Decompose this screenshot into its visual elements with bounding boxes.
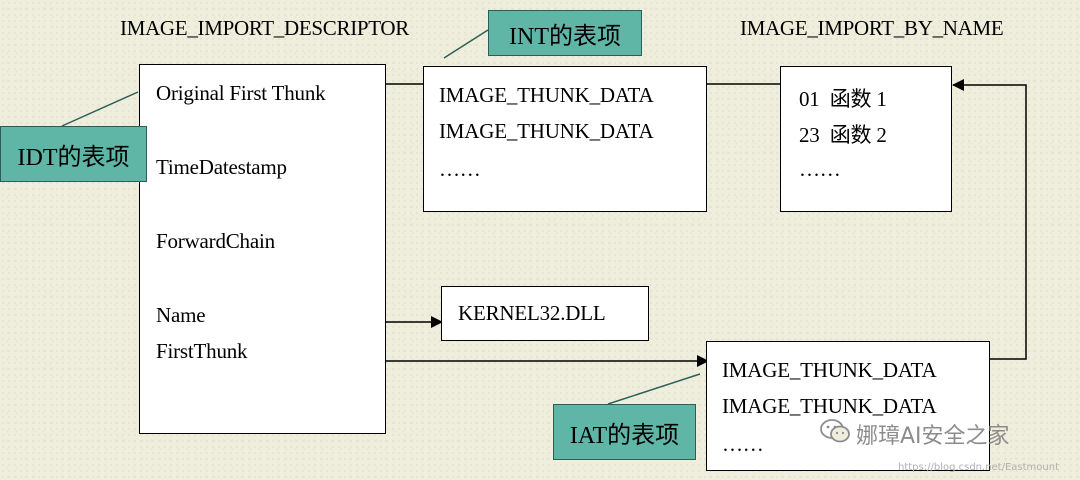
watermark-url: https://blog.csdn.net/Eastmount <box>898 462 1060 473</box>
int-box: IMAGE_THUNK_DATA IMAGE_THUNK_DATA …… <box>423 66 707 212</box>
iat-tag: IAT的表项 <box>553 404 696 460</box>
field-first-thunk: FirstThunk <box>156 339 248 363</box>
dll-box: KERNEL32.DLL <box>441 286 649 341</box>
int-tag: INT的表项 <box>488 10 642 56</box>
by-name-row-2: 23 函数 2 <box>799 123 887 147</box>
iat-row-2: IMAGE_THUNK_DATA <box>722 394 937 418</box>
field-original-first-thunk: Original First Thunk <box>156 81 326 105</box>
int-row-1: IMAGE_THUNK_DATA <box>439 83 654 107</box>
int-tag-pointer <box>443 29 489 59</box>
by-name-row-1: 01 函数 1 <box>799 87 887 111</box>
field-time-date-stamp: TimeDatestamp <box>156 155 287 179</box>
iat-row-1: IMAGE_THUNK_DATA <box>722 358 937 382</box>
idt-tag: IDT的表项 <box>0 126 147 182</box>
iat-row-more: …… <box>722 432 764 456</box>
descriptor-box: Original First Thunk TimeDatestamp Forwa… <box>139 64 386 434</box>
wechat-icon <box>820 418 850 444</box>
iat-box: IMAGE_THUNK_DATA IMAGE_THUNK_DATA …… <box>706 341 990 471</box>
by-name-heading: IMAGE_IMPORT_BY_NAME <box>740 16 1004 40</box>
arrow-iat-to-byname <box>952 79 1027 360</box>
by-name-box: 01 函数 1 23 函数 2 …… <box>780 66 952 212</box>
by-name-row-more: …… <box>799 157 841 181</box>
int-row-more: …… <box>439 157 481 181</box>
int-row-2: IMAGE_THUNK_DATA <box>439 119 654 143</box>
field-forwarder-chain: ForwardChain <box>156 229 275 253</box>
descriptor-heading: IMAGE_IMPORT_DESCRIPTOR <box>120 16 409 40</box>
watermark-text: 娜璋AI安全之家 <box>856 424 1010 449</box>
idt-tag-pointer <box>61 91 139 127</box>
iat-tag-pointer <box>607 373 701 405</box>
dll-label: KERNEL32.DLL <box>458 301 606 325</box>
field-name: Name <box>156 303 206 327</box>
